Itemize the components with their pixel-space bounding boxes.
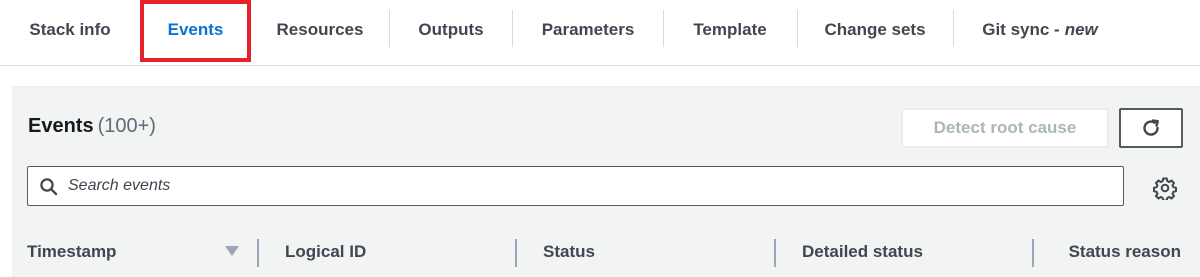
tab-git-sync[interactable]: Git sync - new (958, 0, 1122, 60)
tab-parameters[interactable]: Parameters (516, 0, 660, 60)
panel-title: Events (100+) (28, 115, 156, 138)
column-header-logical-id[interactable]: Logical ID (285, 239, 366, 265)
column-label: Detailed status (802, 242, 923, 261)
panel-title-text: Events (28, 115, 94, 137)
tab-label: Template (693, 20, 767, 39)
tab-stack-info[interactable]: Stack info (10, 0, 130, 60)
gear-icon[interactable] (1153, 176, 1177, 200)
tab-label: Stack info (29, 20, 111, 39)
event-count: (100+) (97, 115, 156, 137)
tab-divider (512, 10, 513, 47)
column-label: Logical ID (285, 242, 367, 261)
tab-divider (663, 10, 664, 47)
refresh-icon (1143, 119, 1159, 136)
tab-label: Git sync - (982, 20, 1060, 39)
tab-label: Resources (276, 20, 364, 39)
new-badge: new (1064, 20, 1098, 39)
column-header-status-reason[interactable]: Status reason (1031, 239, 1181, 265)
tab-outputs[interactable]: Outputs (394, 0, 508, 60)
tab-template[interactable]: Template (666, 0, 794, 60)
column-resizer[interactable] (515, 239, 517, 267)
search-field[interactable] (27, 166, 1124, 206)
sort-down-icon[interactable] (225, 246, 239, 256)
tab-divider (953, 10, 954, 47)
column-label: Timestamp (27, 242, 117, 261)
column-label: Status (543, 242, 595, 261)
column-header-timestamp[interactable]: Timestamp (27, 239, 116, 265)
tab-resources[interactable]: Resources (260, 0, 380, 60)
tab-label: Outputs (418, 20, 484, 39)
refresh-button[interactable] (1119, 108, 1183, 148)
column-header-detailed-status[interactable]: Detailed status (802, 239, 923, 265)
detect-root-cause-button[interactable]: Detect root cause (901, 108, 1109, 148)
column-resizer[interactable] (774, 239, 776, 267)
tab-divider (797, 10, 798, 47)
search-input[interactable] (68, 167, 1108, 205)
detect-root-cause-label: Detect root cause (933, 118, 1077, 137)
column-header-status[interactable]: Status (543, 239, 595, 265)
tab-label: Parameters (541, 20, 635, 39)
tab-label: Change sets (824, 20, 926, 39)
events-panel: Events(100+) Detect root cause Timestamp… (12, 86, 1200, 277)
column-resizer[interactable] (257, 239, 259, 267)
column-label: Status reason (1068, 242, 1181, 261)
tab-divider (389, 10, 390, 47)
active-tab-highlight (140, 0, 251, 62)
search-icon (40, 178, 58, 196)
tab-bar: Stack info Events Resources Outputs Para… (0, 0, 1200, 66)
tab-change-sets[interactable]: Change sets (800, 0, 950, 60)
